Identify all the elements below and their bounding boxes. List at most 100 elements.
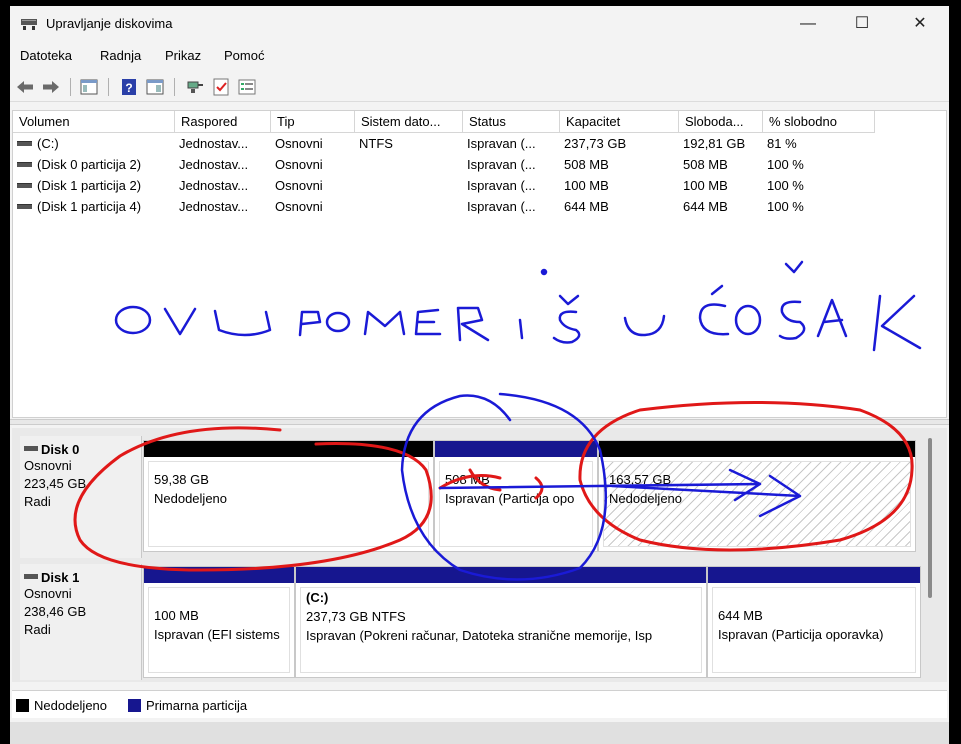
properties-check-icon[interactable] [210, 76, 232, 98]
partition-status: Ispravan (Particija opo [445, 491, 575, 506]
cell-capacity: 644 MB [564, 199, 609, 214]
disk-0-unallocated-2[interactable]: 163,57 GB Nedodeljeno [598, 440, 916, 552]
legend-primary-label: Primarna particija [146, 698, 248, 713]
menu-view[interactable]: Prikaz [165, 48, 201, 63]
disk-0-recovery-partition[interactable]: 508 MB Ispravan (Particija opo [434, 440, 598, 552]
maximize-button[interactable]: ☐ [842, 12, 882, 36]
legend: Nedodeljeno Primarna particija [12, 690, 947, 718]
cell-percent-free: 100 % [767, 199, 804, 214]
primary-bar [144, 567, 294, 583]
disk-0-state: Radi [24, 494, 51, 509]
show-hide-icon[interactable] [144, 76, 166, 98]
disk-0-name: Disk 0 [41, 442, 80, 457]
cell-type: Osnovni [275, 157, 323, 172]
window-title: Upravljanje diskovima [46, 16, 173, 31]
volume-name: (Disk 0 particija 2) [37, 157, 142, 172]
partition-size: 163,57 GB [609, 472, 672, 487]
column-header-capacity[interactable]: Kapacitet [560, 111, 679, 133]
disk-0-unallocated-1[interactable]: 59,38 GB Nedodeljeno [143, 440, 434, 552]
disk-management-window: Upravljanje diskovima — ☐ ✕ Datoteka Rad… [10, 6, 949, 744]
table-row[interactable]: (Disk 1 particija 4) Jednostav... Osnovni I… [13, 199, 948, 219]
close-icon: ✕ [913, 15, 927, 32]
disk-1-size: 238,46 GB [24, 604, 87, 619]
partition-label: (C:) [306, 590, 329, 605]
disk-1-recovery-partition[interactable]: 644 MB Ispravan (Particija oporavka) [707, 566, 921, 678]
cell-capacity: 100 MB [564, 178, 609, 193]
disk-1-label[interactable]: Disk 1 Osnovni 238,46 GB Radi [20, 564, 142, 680]
cell-status: Ispravan (... [467, 178, 536, 193]
column-header-percent-free[interactable]: % slobodno [763, 111, 875, 133]
menu-file[interactable]: Datoteka [20, 48, 72, 63]
volume-icon [17, 162, 32, 168]
disk-view-scrollbar[interactable] [928, 438, 932, 598]
column-header-status[interactable]: Status [463, 111, 560, 133]
cell-percent-free: 100 % [767, 178, 804, 193]
table-row[interactable]: (Disk 1 particija 2) Jednostav... Osnovni I… [13, 178, 948, 198]
volume-icon [17, 141, 32, 147]
console-tree-icon[interactable] [78, 76, 100, 98]
title-bar: Upravljanje diskovima — ☐ ✕ [10, 6, 949, 42]
toolbar-separator [70, 78, 71, 96]
cell-status: Ispravan (... [467, 136, 536, 151]
legend-primary-swatch [128, 699, 141, 712]
cell-volume: (Disk 0 particija 2) [17, 157, 173, 177]
column-header-type[interactable]: Tip [271, 111, 355, 133]
partition-status: Nedodeljeno [609, 491, 683, 506]
disk-management-app-icon [21, 19, 37, 30]
forward-arrow-icon[interactable] [40, 76, 62, 98]
disk-1-type: Osnovni [24, 586, 72, 601]
partition-size: 100 MB [154, 608, 199, 623]
cell-filesystem: NTFS [359, 136, 393, 151]
disk-0-size: 223,45 GB [24, 476, 87, 491]
toolbar-separator [174, 78, 175, 96]
cell-filesystem [359, 178, 461, 198]
cell-status: Ispravan (... [467, 199, 536, 214]
cell-volume: (Disk 1 particija 4) [17, 199, 173, 219]
table-row[interactable]: (C:) Jednostav... Osnovni NTFS Ispravan (...… [13, 136, 948, 156]
disk-0-label[interactable]: Disk 0 Osnovni 223,45 GB Radi [20, 436, 142, 558]
minimize-button[interactable]: — [788, 12, 828, 36]
volume-name: (C:) [37, 136, 59, 151]
partition-status: Ispravan (Particija oporavka) [718, 627, 884, 642]
cell-filesystem [359, 199, 461, 219]
disk-0-type: Osnovni [24, 458, 72, 473]
disk-icon [24, 446, 38, 452]
volume-name: (Disk 1 particija 2) [37, 178, 142, 193]
table-row[interactable]: (Disk 0 particija 2) Jednostav... Osnovni I… [13, 157, 948, 177]
legend-unallocated-swatch [16, 699, 29, 712]
maximize-icon: ☐ [854, 15, 870, 32]
partition-size: 508 MB [445, 472, 490, 487]
close-button[interactable]: ✕ [900, 12, 940, 36]
disk-1-state: Radi [24, 622, 51, 637]
primary-bar [296, 567, 706, 583]
help-icon[interactable]: ? [118, 76, 140, 98]
primary-bar [435, 441, 597, 457]
volume-name: (Disk 1 particija 4) [37, 199, 142, 214]
menu-help[interactable]: Pomoć [224, 48, 264, 63]
cell-type: Osnovni [275, 136, 323, 151]
cell-capacity: 508 MB [564, 157, 609, 172]
cell-free-space: 192,81 GB [683, 136, 746, 151]
list-icon[interactable] [236, 76, 258, 98]
column-header-filesystem[interactable]: Sistem dato... [355, 111, 463, 133]
back-arrow-icon[interactable] [14, 76, 36, 98]
partition-size: 237,73 GB NTFS [306, 609, 406, 624]
pane-splitter[interactable] [10, 419, 949, 425]
toolbar: ? [10, 72, 949, 102]
menu-bar: Datoteka Radnja Prikaz Pomoć [10, 44, 949, 68]
column-header-layout[interactable]: Raspored [175, 111, 271, 133]
disk-icon [24, 574, 38, 580]
disk-1-c-partition[interactable]: (C:) 237,73 GB NTFS Ispravan (Pokreni ra… [295, 566, 707, 678]
cell-percent-free: 81 % [767, 136, 797, 151]
column-header-volume[interactable]: Volumen [13, 111, 175, 133]
status-bar [10, 722, 949, 744]
disk-1-efi-partition[interactable]: 100 MB Ispravan (EFI sistems [143, 566, 295, 678]
menu-action[interactable]: Radnja [100, 48, 141, 63]
volume-icon [17, 183, 32, 189]
connect-icon[interactable] [184, 76, 206, 98]
disk-graphical-view: Disk 0 Osnovni 223,45 GB Radi 59,38 GB N… [12, 428, 947, 682]
cell-type: Osnovni [275, 178, 323, 193]
cell-free-space: 644 MB [683, 199, 728, 214]
cell-layout: Jednostav... [179, 178, 249, 193]
column-header-free-space[interactable]: Sloboda... [679, 111, 763, 133]
